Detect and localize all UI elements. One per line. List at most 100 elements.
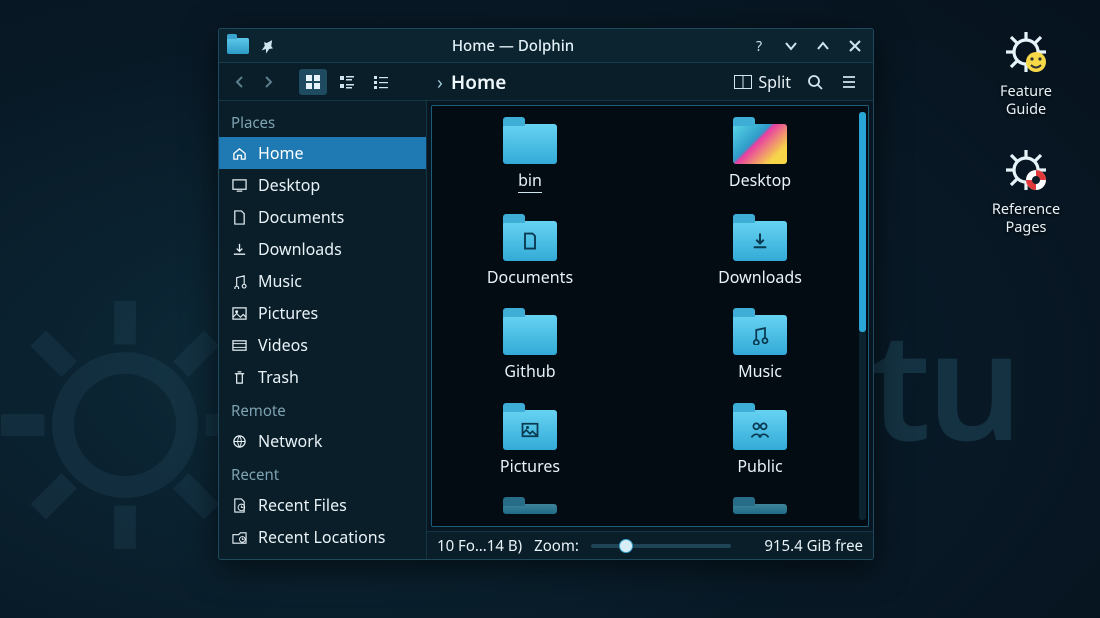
recent-files-icon [231, 497, 248, 514]
folder-pictures[interactable]: Pictures [470, 410, 590, 489]
folder-github[interactable]: Github [470, 315, 590, 394]
folder-icon [733, 315, 787, 355]
sidebar-item-label: Music [258, 270, 302, 292]
sidebar-item-downloads[interactable]: Downloads [219, 233, 426, 265]
sidebar-item-label: Network [258, 430, 322, 452]
folder-icon [503, 315, 557, 355]
network-icon [231, 433, 248, 450]
sidebar-item-trash[interactable]: Trash [219, 361, 426, 393]
desktop-icon-label: ReferencePages [992, 200, 1060, 236]
chevron-right-icon: › [437, 69, 443, 95]
split-label: Split [758, 71, 791, 93]
desktop-icons: FeatureGuide ReferencePages [976, 28, 1076, 237]
hamburger-menu-button[interactable] [839, 72, 859, 92]
download-icon [231, 241, 248, 258]
sidebar-item-label: Desktop [258, 174, 320, 196]
svg-text:?: ? [756, 38, 762, 54]
folder-icon [733, 504, 787, 514]
gear-lifering-icon [1002, 146, 1050, 194]
titlebar[interactable]: Home — Dolphin ? [219, 29, 873, 63]
sidebar-item-videos[interactable]: Videos [219, 329, 426, 361]
sidebar-item-documents[interactable]: Documents [219, 201, 426, 233]
folder-documents[interactable]: Documents [470, 221, 590, 300]
sidebar-heading-remote: Remote [219, 393, 426, 425]
sidebar-item-label: Videos [258, 334, 308, 356]
desktop-icon-label: FeatureGuide [1000, 82, 1052, 118]
pictures-icon [231, 305, 248, 322]
statusbar: 10 Fo…14 B) Zoom: 915.4 GiB free [427, 531, 873, 559]
breadcrumb-segment[interactable]: Home [451, 69, 506, 95]
file-label: Documents [487, 266, 573, 288]
folder-music[interactable]: Music [700, 315, 820, 394]
zoom-slider[interactable] [591, 544, 731, 548]
sidebar-item-label: Downloads [258, 238, 342, 260]
dolphin-window: Home — Dolphin ? › Home Split [218, 28, 874, 560]
places-sidebar: Places Home Desktop Documents Downloads … [219, 101, 427, 559]
gear-smile-icon [1002, 28, 1050, 76]
search-button[interactable] [805, 72, 825, 92]
view-details-button[interactable] [367, 69, 395, 95]
free-space: 915.4 GiB free [764, 536, 863, 556]
recent-locations-icon [231, 529, 248, 546]
videos-icon [231, 337, 248, 354]
window-title: Home — Dolphin [277, 36, 749, 56]
folder-icon [733, 221, 787, 261]
help-button[interactable]: ? [749, 36, 769, 56]
desktop-icon-feature-guide[interactable]: FeatureGuide [976, 28, 1076, 118]
sidebar-item-home[interactable]: Home [219, 137, 426, 169]
sidebar-item-label: Pictures [258, 302, 318, 324]
file-label: Github [504, 360, 555, 382]
desktop-icon-reference-pages[interactable]: ReferencePages [976, 146, 1076, 236]
folder-icon [503, 504, 557, 514]
file-label: Music [738, 360, 782, 382]
window-folder-icon [227, 38, 249, 54]
folder-downloads[interactable]: Downloads [700, 221, 820, 300]
status-summary: 10 Fo…14 B) [437, 536, 522, 556]
sidebar-item-recent-locations[interactable]: Recent Locations [219, 521, 426, 553]
folder-partial[interactable] [470, 504, 590, 526]
sidebar-item-label: Recent Locations [258, 526, 385, 548]
file-label: Desktop [729, 169, 791, 191]
nav-back-button[interactable] [229, 71, 251, 93]
sidebar-item-label: Home [258, 142, 304, 164]
close-button[interactable] [845, 36, 865, 56]
split-icon [734, 75, 752, 89]
view-compact-button[interactable] [333, 69, 361, 95]
sidebar-heading-recent: Recent [219, 457, 426, 489]
split-view-button[interactable]: Split [734, 71, 791, 93]
music-icon [231, 273, 248, 290]
document-icon [231, 209, 248, 226]
sidebar-item-desktop[interactable]: Desktop [219, 169, 426, 201]
sidebar-heading-places: Places [219, 105, 426, 137]
file-view[interactable]: bin Desktop Documents Downloads Github M… [431, 105, 869, 527]
folder-icon [733, 410, 787, 450]
scrollbar[interactable] [859, 112, 866, 520]
toolbar: › Home Split [219, 63, 873, 101]
sidebar-item-label: Trash [258, 366, 299, 388]
home-icon [231, 145, 248, 162]
view-icons-button[interactable] [299, 69, 327, 95]
zoom-slider-thumb[interactable] [619, 539, 633, 553]
sidebar-item-label: Documents [258, 206, 344, 228]
folder-bin[interactable]: bin [470, 124, 590, 205]
minimize-button[interactable] [781, 36, 801, 56]
folder-icon [503, 221, 557, 261]
folder-public[interactable]: Public [700, 410, 820, 489]
folder-icon [503, 410, 557, 450]
maximize-button[interactable] [813, 36, 833, 56]
sidebar-item-recent-files[interactable]: Recent Files [219, 489, 426, 521]
sidebar-item-label: Recent Files [258, 494, 347, 516]
sidebar-item-music[interactable]: Music [219, 265, 426, 297]
folder-desktop[interactable]: Desktop [700, 124, 820, 205]
wallpaper-text: tu [870, 280, 1019, 484]
folder-icon [503, 124, 557, 164]
zoom-label: Zoom: [534, 536, 579, 556]
breadcrumb[interactable]: › Home [433, 69, 506, 95]
folder-partial[interactable] [700, 504, 820, 526]
sidebar-item-pictures[interactable]: Pictures [219, 297, 426, 329]
trash-icon [231, 369, 248, 386]
scrollbar-thumb[interactable] [859, 112, 866, 332]
sidebar-item-network[interactable]: Network [219, 425, 426, 457]
file-label: Downloads [718, 266, 802, 288]
nav-forward-button[interactable] [257, 71, 279, 93]
